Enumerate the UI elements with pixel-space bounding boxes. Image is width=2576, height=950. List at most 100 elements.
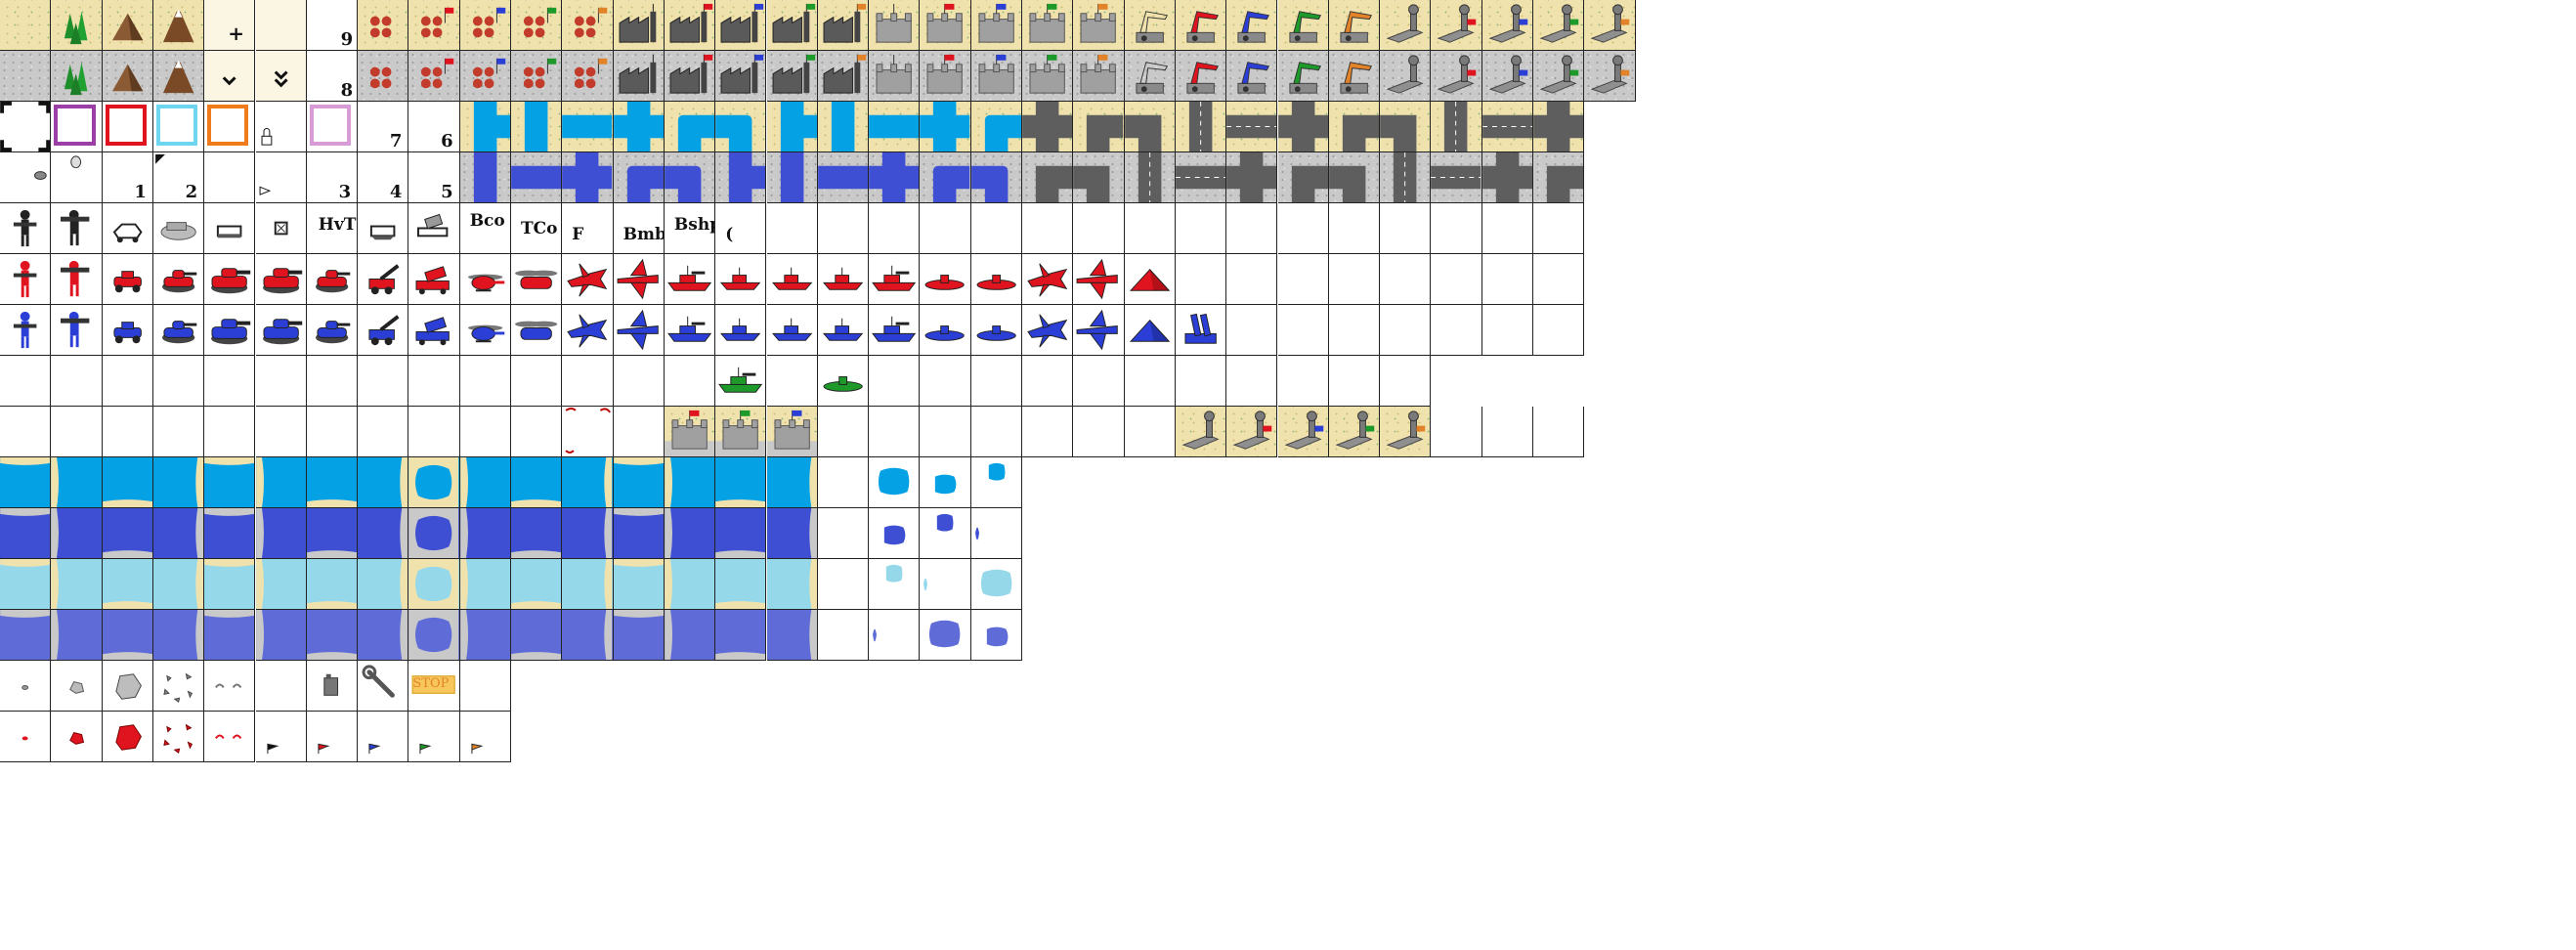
sea-tile	[715, 457, 767, 508]
mech-icon	[51, 305, 101, 355]
island-icon	[869, 508, 919, 558]
shore-icon	[408, 508, 459, 558]
road-icon	[1277, 102, 1328, 151]
shore-icon	[715, 508, 766, 558]
rocket-icon	[408, 203, 458, 253]
color-frame	[255, 102, 307, 152]
building-tile	[715, 51, 767, 102]
shore-icon	[767, 559, 817, 609]
flag-red-icon	[307, 712, 357, 761]
green-unit-tile	[459, 356, 511, 407]
hq-tower-icon	[920, 51, 969, 101]
effect-tile	[51, 712, 103, 762]
effect-tile	[255, 661, 307, 712]
sea-tile	[511, 559, 563, 610]
fighter-icon	[562, 254, 612, 304]
sea-tile	[358, 559, 409, 610]
sea-tile	[715, 559, 767, 610]
river-icon	[460, 102, 510, 151]
sea-tile	[766, 508, 818, 559]
city-icon	[408, 0, 458, 50]
building-tile	[511, 0, 563, 51]
red-unit-tile	[408, 254, 460, 305]
sea-tile	[511, 610, 563, 661]
shore-icon	[306, 508, 357, 558]
sea-tile	[306, 610, 359, 661]
shore-icon	[102, 610, 152, 660]
pyramid-icon	[920, 254, 969, 304]
river-icon	[511, 102, 561, 151]
green-unit-tile	[1022, 356, 1074, 407]
infantry-icon	[0, 305, 50, 355]
blue-unit-tile	[0, 305, 52, 356]
misc-tile	[664, 407, 716, 457]
blue-unit-tile	[817, 305, 870, 356]
shore-icon	[511, 508, 562, 558]
island-tile	[920, 610, 971, 661]
river-tile	[715, 152, 767, 203]
blue-unit-tile	[1175, 305, 1227, 356]
road-icon	[1278, 152, 1328, 202]
red-unit-tile	[664, 254, 716, 305]
building-tile	[869, 51, 921, 102]
sea-tile	[613, 508, 665, 559]
flag-orange-icon	[460, 712, 510, 761]
sea-tile	[511, 457, 563, 508]
factory-icon	[715, 0, 765, 50]
airport-icon	[1584, 51, 1634, 101]
apc-icon	[153, 254, 203, 304]
island-tile	[817, 610, 870, 661]
shore-icon	[51, 610, 101, 660]
effect-tile	[358, 661, 409, 712]
road-icon	[1431, 102, 1481, 151]
sea-tile	[664, 559, 716, 610]
misc-tile	[1124, 407, 1176, 457]
building-tile	[920, 51, 971, 102]
red-effect-icon	[0, 712, 50, 761]
river-tile	[562, 102, 614, 152]
stop-sign-icon	[358, 661, 408, 711]
unit-class-tile	[204, 203, 256, 254]
river-tile	[920, 152, 971, 203]
river-icon	[818, 102, 868, 151]
road-tile	[1380, 102, 1432, 152]
sea-tile	[459, 559, 511, 610]
red-unit-tile	[358, 254, 409, 305]
crane-port-icon	[1226, 51, 1276, 101]
misc-tile: 1	[102, 152, 153, 203]
sea-tile	[102, 610, 153, 661]
green-unit-tile	[1124, 356, 1176, 407]
effect-tile	[408, 712, 460, 762]
small-hq-icon	[665, 407, 715, 456]
building-tile	[970, 0, 1022, 51]
mech-icon	[1073, 254, 1123, 304]
building-tile	[1124, 51, 1176, 102]
small-smoke-icon	[0, 661, 50, 711]
volcano-icon	[153, 51, 203, 101]
cruiser-icon	[715, 305, 765, 355]
unit-label: F	[572, 225, 584, 244]
sea-tile	[102, 559, 153, 610]
unit-class-tile	[1380, 203, 1432, 254]
small-missile-icon	[0, 152, 50, 202]
unit-class-tile	[358, 203, 409, 254]
building-tile	[511, 51, 563, 102]
building-tile	[1584, 51, 1636, 102]
river-tile	[817, 102, 870, 152]
unit-class-tile	[869, 203, 921, 254]
building-tile	[613, 51, 665, 102]
effect-tile	[204, 661, 256, 712]
color-frame	[152, 102, 205, 152]
factory-icon	[767, 51, 817, 101]
number-label: 1	[134, 182, 147, 202]
river-icon	[715, 152, 766, 202]
river-icon	[920, 102, 970, 151]
cruiser-icon	[715, 254, 765, 304]
red-unit-tile	[920, 254, 971, 305]
green-unit-tile	[817, 356, 870, 407]
blue-unit-tile	[511, 305, 563, 356]
river-tile	[920, 102, 971, 152]
rocket-icon	[408, 305, 458, 355]
sea-tile	[459, 457, 511, 508]
rock-icon	[51, 661, 101, 711]
